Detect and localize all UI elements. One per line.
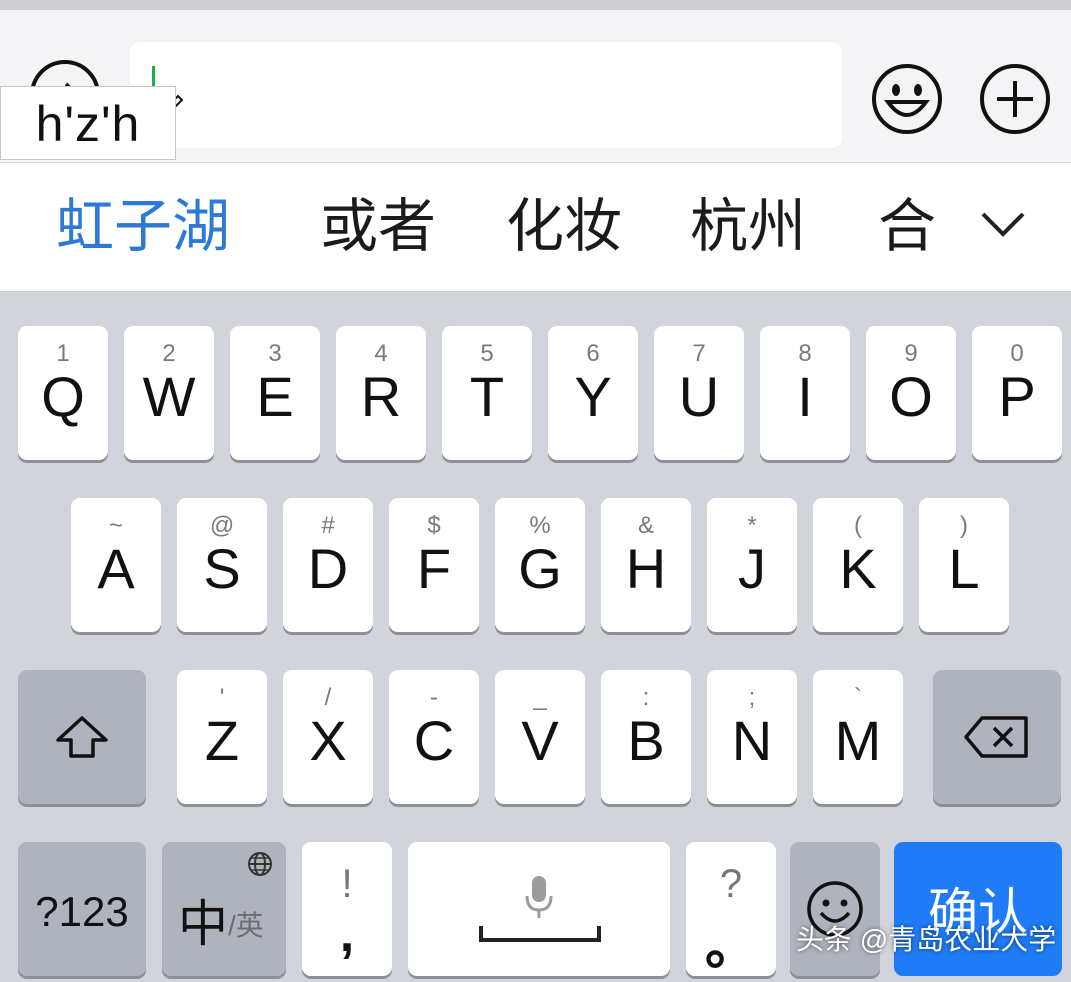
watermark: 头条 @青岛农业大学 [796, 924, 1057, 955]
key-letter: K [839, 537, 877, 600]
key-letter: Y [574, 365, 612, 428]
key-letter: R [360, 365, 402, 428]
punct-bottom-label: 。 [704, 918, 757, 976]
key-letter: V [521, 709, 559, 772]
key-m[interactable]: ` M [813, 670, 903, 804]
punctuation-key-right[interactable]: ? 。 [686, 842, 776, 976]
delete-key[interactable] [933, 670, 1061, 804]
shift-arrow-icon [18, 670, 146, 804]
key-h[interactable]: & H [601, 498, 691, 632]
emoji-face-icon[interactable] [870, 62, 944, 136]
candidate-bar: 虹子湖 或者 化妆 杭州 合 [0, 163, 1071, 292]
message-text-field[interactable] [130, 42, 842, 148]
key-y[interactable]: 6Y [548, 326, 638, 460]
key-u[interactable]: 7U [654, 326, 744, 460]
key-f[interactable]: $ F [389, 498, 479, 632]
language-sub-label: /英 [228, 910, 264, 941]
space-bar-icon [479, 926, 601, 942]
key-z[interactable]: ' Z [177, 670, 267, 804]
key-letter: T [469, 365, 505, 428]
key-s[interactable]: @ S [177, 498, 267, 632]
key-l[interactable]: ) L [919, 498, 1009, 632]
add-circle-icon[interactable] [978, 62, 1052, 136]
key-g[interactable]: % G [495, 498, 585, 632]
key-b[interactable]: :B [601, 670, 691, 804]
key-letter: W [142, 365, 196, 428]
key-k[interactable]: (K [813, 498, 903, 632]
key-letter: F [416, 537, 452, 600]
shift-key[interactable] [18, 670, 146, 804]
key-letter: D [307, 537, 349, 600]
key-letter: A [97, 537, 135, 600]
key-letter: I [797, 365, 813, 428]
key-letter: H [625, 537, 667, 600]
pinyin-composition: h'z'h [0, 86, 176, 160]
candidate-item[interactable]: 化妆 [506, 163, 622, 291]
candidate-item[interactable]: 虹子湖 [56, 163, 230, 291]
key-letter: E [256, 365, 294, 428]
key-x[interactable]: / X [283, 670, 373, 804]
punct-top-label: ! [341, 862, 353, 906]
key-o[interactable]: 9O [866, 326, 956, 460]
key-q[interactable]: 1Q [18, 326, 108, 460]
candidate-item[interactable]: 杭州 [690, 163, 806, 291]
key-letter: O [889, 365, 933, 428]
key-d[interactable]: # D [283, 498, 373, 632]
key-j[interactable]: * J [707, 498, 797, 632]
key-letter: P [998, 365, 1036, 428]
key-i[interactable]: 8I [760, 326, 850, 460]
chevron-down-icon[interactable] [980, 210, 1026, 240]
key-t[interactable]: 5T [442, 326, 532, 460]
key-letter: N [731, 709, 773, 772]
key-letter: G [518, 537, 562, 600]
key-r[interactable]: 4R [336, 326, 426, 460]
key-a[interactable]: ~ A [71, 498, 161, 632]
candidate-item[interactable]: 合 [878, 163, 936, 291]
microphone-icon [525, 876, 553, 918]
key-e[interactable]: 3E [230, 326, 320, 460]
key-letter: S [203, 537, 241, 600]
key-letter: M [834, 709, 882, 772]
candidate-item[interactable]: 或者 [320, 163, 436, 291]
punctuation-key-left[interactable]: ! , [302, 842, 392, 976]
globe-icon [248, 852, 272, 876]
key-v[interactable]: _ V [495, 670, 585, 804]
key-letter: X [309, 709, 347, 772]
key-letter: C [413, 709, 455, 772]
backspace-icon [933, 670, 1061, 804]
key-c[interactable]: -C [389, 670, 479, 804]
numbers-key[interactable]: ?123 [18, 842, 146, 976]
language-main-label: 中 [178, 896, 228, 952]
key-letter: Z [204, 709, 240, 772]
punct-top-label: ? [719, 862, 743, 906]
key-n[interactable]: ; N [707, 670, 797, 804]
key-letter: J [738, 537, 766, 600]
key-p[interactable]: 0P [972, 326, 1062, 460]
key-w[interactable]: 2W [124, 326, 214, 460]
key-letter: U [678, 365, 720, 428]
space-key[interactable] [408, 842, 670, 976]
status-strip [0, 0, 1071, 10]
key-letter: B [627, 709, 665, 772]
punct-bottom-label: , [339, 905, 355, 963]
key-letter: L [948, 537, 980, 600]
key-letter: Q [41, 365, 85, 428]
